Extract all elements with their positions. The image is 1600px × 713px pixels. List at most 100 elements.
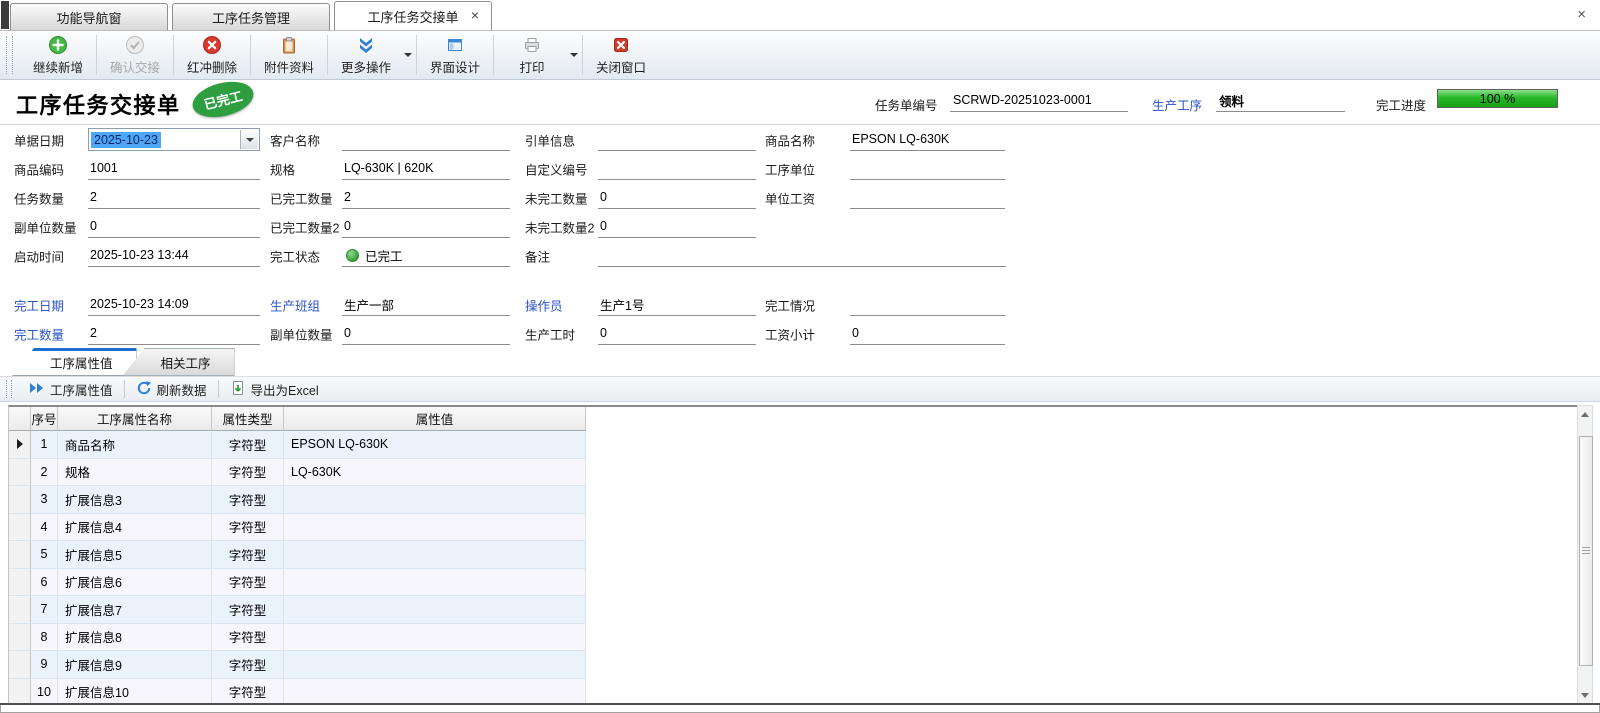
remark-field[interactable] <box>598 244 1006 267</box>
cell-type: 字符型 <box>212 431 284 459</box>
custom-no-field[interactable] <box>598 157 756 180</box>
aux-unit-qty2-field[interactable]: 0 <box>342 322 510 345</box>
unfinished-qty2-field[interactable]: 0 <box>598 215 756 238</box>
product-code-field[interactable]: 1001 <box>88 157 260 180</box>
wage-subtotal-field[interactable]: 0 <box>850 322 1005 345</box>
finish-status-field[interactable]: 已完工 <box>342 244 510 267</box>
start-time-field[interactable]: 2025-10-23 13:44 <box>88 244 260 267</box>
dropdown-caret-icon[interactable] <box>570 53 578 57</box>
tabbar-close-icon[interactable]: × <box>1577 6 1586 23</box>
ref-info-field[interactable] <box>598 128 756 151</box>
ui-design-button[interactable]: 界面设计 <box>417 32 493 79</box>
process-unit-field[interactable] <box>850 157 1005 180</box>
detail-toolbar: 工序属性值 刷新数据 导出为Excel <box>0 376 1600 402</box>
unfinished-qty-field[interactable]: 0 <box>598 186 756 209</box>
operator-field[interactable]: 生产1号 <box>598 293 756 316</box>
page-title: 工序任务交接单 <box>16 88 181 120</box>
product-name-field[interactable]: EPSON LQ-630K <box>850 128 1005 151</box>
toolbar-grip[interactable] <box>6 380 12 398</box>
tab-label: 工序任务交接单 <box>367 7 458 26</box>
form-row: 商品编码 1001 规格 LQ-630K | 620K 自定义编号 工序单位 <box>0 154 1600 183</box>
cell-type: 字符型 <box>212 651 284 679</box>
cell-name: 扩展信息8 <box>58 624 212 652</box>
task-qty-field[interactable]: 2 <box>88 186 260 209</box>
document-date-combobox[interactable]: 2025-10-23 <box>88 128 260 151</box>
confirm-handover-button[interactable]: 确认交接 <box>97 32 173 79</box>
production-hours-field[interactable]: 0 <box>598 322 756 345</box>
row-selector-cell <box>9 514 31 542</box>
table-row[interactable]: 3 扩展信息3 字符型 <box>9 486 1577 514</box>
cell-type: 字符型 <box>212 569 284 597</box>
column-header-value[interactable]: 属性值 <box>284 407 586 431</box>
grid-header-row: 序号 工序属性名称 属性类型 属性值 <box>9 407 1577 431</box>
tab-label: 工序任务管理 <box>212 8 290 27</box>
aux-unit-qty-field[interactable]: 0 <box>88 215 260 238</box>
table-row[interactable]: 2 规格 字符型 LQ-630K <box>9 459 1577 487</box>
finish-qty-link-label[interactable]: 完工数量 <box>14 324 64 343</box>
scroll-down-arrow-icon[interactable] <box>1578 687 1592 703</box>
scroll-up-arrow-icon[interactable] <box>1578 406 1592 422</box>
tab-task-management[interactable]: 工序任务管理 <box>172 3 330 30</box>
tab-close-icon[interactable]: × <box>471 7 479 23</box>
production-team-field[interactable]: 生产一部 <box>342 293 510 316</box>
tab-related-processes[interactable]: 相关工序 <box>123 348 235 376</box>
export-excel-button[interactable]: 导出为Excel <box>221 378 328 401</box>
refresh-data-button[interactable]: 刷新数据 <box>127 378 216 401</box>
production-team-link-label[interactable]: 生产班组 <box>270 295 320 314</box>
tab-nav-window[interactable]: 功能导航窗 <box>10 3 168 30</box>
cell-type: 字符型 <box>212 679 284 705</box>
operator-link-label[interactable]: 操作员 <box>525 295 563 314</box>
attachments-button[interactable]: 附件资料 <box>251 32 327 79</box>
table-row[interactable]: 5 扩展信息5 字符型 <box>9 541 1577 569</box>
customer-name-field[interactable] <box>342 128 510 151</box>
button-label: 导出为Excel <box>251 380 319 399</box>
cell-value <box>284 514 586 542</box>
scrollbar-thumb[interactable] <box>1579 436 1593 666</box>
cell-value <box>284 679 586 705</box>
more-actions-button[interactable]: 更多操作 <box>328 32 404 79</box>
finished-qty-field[interactable]: 2 <box>342 186 510 209</box>
print-button[interactable]: 打印 <box>494 32 570 79</box>
cell-type: 字符型 <box>212 541 284 569</box>
button-label: 继续新增 <box>33 57 83 76</box>
tab-task-handover[interactable]: 工序任务交接单 × <box>334 1 492 30</box>
finish-qty-field[interactable]: 2 <box>88 322 260 345</box>
current-row-marker-icon <box>17 439 23 449</box>
vertical-scrollbar[interactable] <box>1577 405 1593 704</box>
finish-date-link-label[interactable]: 完工日期 <box>14 295 64 314</box>
task-no-field[interactable]: SCRWD-20251023-0001 <box>950 89 1128 112</box>
cell-type: 字符型 <box>212 624 284 652</box>
spec-field[interactable]: LQ-630K | 620K <box>342 157 510 180</box>
table-row[interactable]: 8 扩展信息8 字符型 <box>9 624 1577 652</box>
attributes-grid: 序号 工序属性名称 属性类型 属性值 1 商品名称 字符型 EPSON LQ-6… <box>8 405 1577 704</box>
cell-name: 扩展信息10 <box>58 679 212 705</box>
process-attributes-button[interactable]: 工序属性值 <box>20 378 122 401</box>
table-row[interactable]: 6 扩展信息6 字符型 <box>9 569 1577 597</box>
process-link[interactable]: 生产工序 <box>1152 95 1202 114</box>
table-row[interactable]: 10 扩展信息10 字符型 <box>9 679 1577 705</box>
close-window-button[interactable]: 关闭窗口 <box>583 32 659 79</box>
table-row[interactable]: 1 商品名称 字符型 EPSON LQ-630K <box>9 431 1577 459</box>
process-field[interactable]: 领料 <box>1216 89 1345 112</box>
toolbar-grip[interactable] <box>6 36 13 74</box>
red-delete-button[interactable]: 红冲删除 <box>174 32 250 79</box>
cell-name: 扩展信息7 <box>58 596 212 624</box>
table-row[interactable]: 4 扩展信息4 字符型 <box>9 514 1577 542</box>
unit-wage-field[interactable] <box>850 186 1005 209</box>
finish-date-field[interactable]: 2025-10-23 14:09 <box>88 293 260 316</box>
finished-qty2-field[interactable]: 0 <box>342 215 510 238</box>
dropdown-caret-icon[interactable] <box>404 53 412 57</box>
tab-process-attributes[interactable]: 工序属性值 <box>12 348 137 376</box>
combo-arrow-icon[interactable] <box>240 130 258 149</box>
cell-value <box>284 541 586 569</box>
column-header-name[interactable]: 工序属性名称 <box>58 407 212 431</box>
column-header-num[interactable]: 序号 <box>31 407 58 431</box>
cell-value: LQ-630K <box>284 459 586 487</box>
cell-num: 7 <box>31 596 58 624</box>
table-row[interactable]: 9 扩展信息9 字符型 <box>9 651 1577 679</box>
table-row[interactable]: 7 扩展信息7 字符型 <box>9 596 1577 624</box>
continue-add-button[interactable]: 继续新增 <box>20 32 96 79</box>
column-header-type[interactable]: 属性类型 <box>212 407 284 431</box>
cell-num: 5 <box>31 541 58 569</box>
finish-situation-field[interactable] <box>850 293 1005 316</box>
